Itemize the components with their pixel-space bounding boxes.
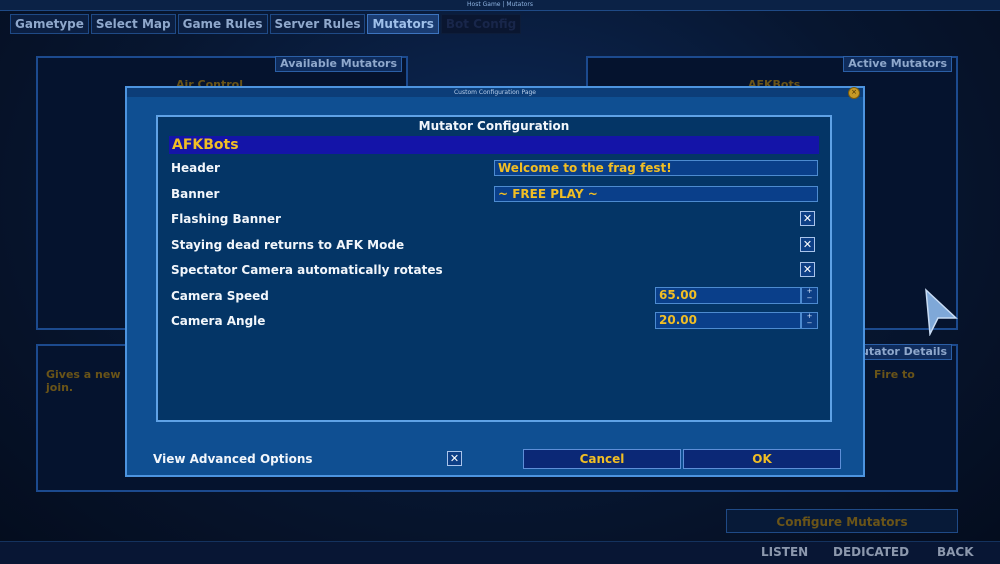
- configure-mutators-button[interactable]: Configure Mutators: [726, 509, 958, 533]
- mutator-configuration-title: Mutator Configuration: [418, 119, 570, 133]
- camera-speed-label: Camera Speed: [171, 289, 269, 303]
- mutator-name: AFKBots: [169, 136, 819, 154]
- afk-mode-checkbox[interactable]: ✕: [800, 237, 815, 252]
- tab-bot-config[interactable]: Bot Config: [440, 14, 522, 34]
- active-mutators-title: Active Mutators: [843, 56, 952, 72]
- banner-input[interactable]: ~ FREE PLAY ~: [494, 186, 818, 202]
- decrement-icon[interactable]: −: [802, 320, 817, 327]
- tab-gametype[interactable]: Gametype: [10, 14, 89, 34]
- tab-select-map[interactable]: Select Map: [90, 14, 176, 34]
- flashing-banner-label: Flashing Banner: [171, 212, 281, 226]
- view-advanced-options-label: View Advanced Options: [153, 452, 313, 466]
- camera-angle-stepper[interactable]: + −: [801, 312, 818, 329]
- header-input[interactable]: Welcome to the frag fest!: [494, 160, 818, 176]
- custom-configuration-dialog: Custom Configuration Page × Mutator Conf…: [125, 86, 865, 477]
- close-icon[interactable]: ×: [848, 87, 860, 99]
- camera-angle-label: Camera Angle: [171, 314, 266, 328]
- tab-bar: Gametype Select Map Game Rules Server Ru…: [10, 14, 522, 34]
- camera-angle-input[interactable]: 20.00: [655, 312, 801, 329]
- details-text-left-2: join.: [46, 381, 74, 394]
- tab-mutators[interactable]: Mutators: [367, 14, 439, 34]
- afk-mode-label: Staying dead returns to AFK Mode: [171, 238, 405, 252]
- header-label: Header: [171, 161, 220, 175]
- banner-label: Banner: [171, 187, 220, 201]
- camera-speed-input[interactable]: 65.00: [655, 287, 801, 304]
- details-text-left: Gives a new: [46, 368, 121, 381]
- dedicated-button[interactable]: DEDICATED: [833, 545, 909, 559]
- decrement-icon[interactable]: −: [802, 295, 817, 302]
- tab-server-rules[interactable]: Server Rules: [269, 14, 366, 34]
- ok-button[interactable]: OK: [683, 449, 841, 469]
- available-mutators-title: Available Mutators: [275, 56, 402, 72]
- cancel-button[interactable]: Cancel: [523, 449, 681, 469]
- cursor-arrow-icon: [925, 288, 958, 336]
- camera-speed-stepper[interactable]: + −: [801, 287, 818, 304]
- dialog-title: Custom Configuration Page: [127, 88, 863, 97]
- view-advanced-options-checkbox[interactable]: ✕: [447, 451, 462, 466]
- window-title: Host Game | Mutators: [0, 0, 1000, 11]
- spectator-camera-label: Spectator Camera automatically rotates: [171, 263, 443, 277]
- details-text-right: Fire to: [874, 368, 915, 381]
- spectator-camera-checkbox[interactable]: ✕: [800, 262, 815, 277]
- mutator-configuration-panel: Mutator Configuration AFKBots Header Wel…: [156, 115, 832, 422]
- footer-bar: LISTEN DEDICATED BACK: [0, 541, 1000, 564]
- flashing-banner-checkbox[interactable]: ✕: [800, 211, 815, 226]
- back-button[interactable]: BACK: [937, 545, 974, 559]
- listen-button[interactable]: LISTEN: [761, 545, 808, 559]
- tab-game-rules[interactable]: Game Rules: [177, 14, 268, 34]
